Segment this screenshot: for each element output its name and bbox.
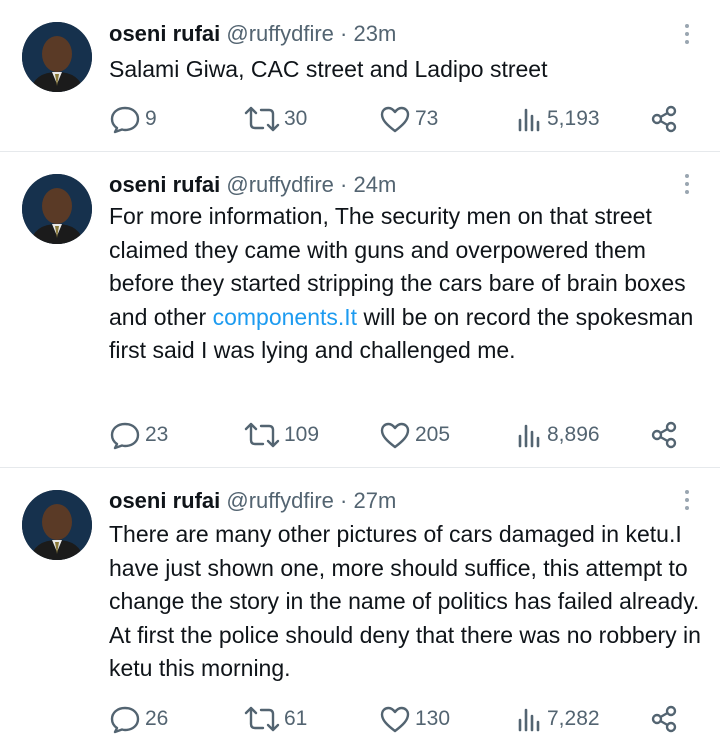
tweet-header: oseni rufai @ruffydfire · 24m [109, 171, 396, 199]
timestamp[interactable]: 23m [353, 21, 396, 46]
author-handle[interactable]: @ruffydfire [226, 172, 334, 197]
tweet-header: oseni rufai @ruffydfire · 23m [109, 20, 396, 48]
more-icon[interactable] [684, 24, 690, 48]
reply-button[interactable]: 26 [109, 702, 168, 736]
like-button[interactable]: 130 [379, 702, 450, 736]
more-icon[interactable] [684, 174, 690, 198]
timestamp[interactable]: 27m [353, 488, 396, 513]
like-button[interactable]: 205 [379, 418, 450, 452]
retweet-count: 109 [284, 423, 320, 446]
reply-button[interactable]: 23 [109, 418, 168, 452]
like-count: 130 [415, 707, 451, 730]
retweet-button[interactable]: 30 [244, 102, 307, 136]
author-name[interactable]: oseni rufai [109, 488, 220, 513]
retweet-icon [244, 422, 280, 448]
share-button[interactable] [649, 702, 679, 736]
timestamp[interactable]: 24m [353, 172, 396, 197]
tweet-text-content: Salami Giwa, CAC street and Ladipo stree… [109, 56, 548, 82]
views-count: 5,193 [547, 107, 600, 130]
like-icon [380, 422, 410, 449]
tweet-2[interactable]: oseni rufai @ruffydfire · 24m For more i… [0, 152, 720, 468]
author-handle[interactable]: @ruffydfire [226, 21, 334, 46]
avatar[interactable] [22, 174, 92, 244]
views-count: 7,282 [547, 707, 600, 730]
like-icon [380, 706, 410, 733]
reply-count: 23 [145, 423, 169, 446]
like-button[interactable]: 73 [379, 102, 438, 136]
views-icon [518, 108, 540, 132]
avatar[interactable] [22, 22, 92, 92]
separator: · [340, 172, 348, 197]
reply-count: 26 [145, 707, 169, 730]
tweet-text-content: There are many other pictures of cars da… [109, 521, 701, 681]
share-button[interactable] [649, 418, 679, 452]
tweet-actions: 23 109 205 8,896 [109, 418, 689, 452]
reply-icon [110, 706, 140, 734]
share-icon [651, 705, 677, 733]
share-button[interactable] [649, 102, 679, 136]
views-icon [518, 708, 540, 732]
like-count: 73 [415, 107, 439, 130]
tweet-header: oseni rufai @ruffydfire · 27m [109, 487, 396, 515]
avatar[interactable] [22, 490, 92, 560]
retweet-count: 61 [284, 707, 308, 730]
views-button[interactable]: 5,193 [515, 102, 600, 136]
views-button[interactable]: 7,282 [515, 702, 600, 736]
tweet-actions: 26 61 130 7,282 [109, 702, 689, 736]
retweet-count: 30 [284, 107, 308, 130]
separator: · [340, 21, 348, 46]
separator: · [340, 488, 348, 513]
tweet-text: For more information, The security men o… [109, 200, 709, 368]
tweet-text: Salami Giwa, CAC street and Ladipo stree… [109, 53, 709, 87]
author-handle[interactable]: @ruffydfire [226, 488, 334, 513]
more-icon[interactable] [684, 490, 690, 514]
author-name[interactable]: oseni rufai [109, 172, 220, 197]
reply-count: 9 [145, 107, 157, 130]
reply-icon [110, 422, 140, 450]
tweet-3[interactable]: oseni rufai @ruffydfire · 27m There are … [0, 468, 720, 756]
reply-button[interactable]: 9 [109, 102, 157, 136]
retweet-button[interactable]: 109 [244, 418, 319, 452]
tweet-1[interactable]: oseni rufai @ruffydfire · 23m Salami Giw… [0, 0, 720, 152]
share-icon [651, 421, 677, 449]
views-count: 8,896 [547, 423, 600, 446]
like-icon [380, 106, 410, 133]
retweet-icon [244, 706, 280, 732]
views-icon [518, 424, 540, 448]
retweet-button[interactable]: 61 [244, 702, 307, 736]
tweet-actions: 9 30 73 5,193 [109, 102, 689, 136]
reply-icon [110, 106, 140, 134]
tweet-link[interactable]: components.It [213, 304, 357, 330]
tweet-text: There are many other pictures of cars da… [109, 518, 709, 686]
share-icon [651, 105, 677, 133]
author-name[interactable]: oseni rufai [109, 21, 220, 46]
like-count: 205 [415, 423, 451, 446]
views-button[interactable]: 8,896 [515, 418, 600, 452]
retweet-icon [244, 106, 280, 132]
